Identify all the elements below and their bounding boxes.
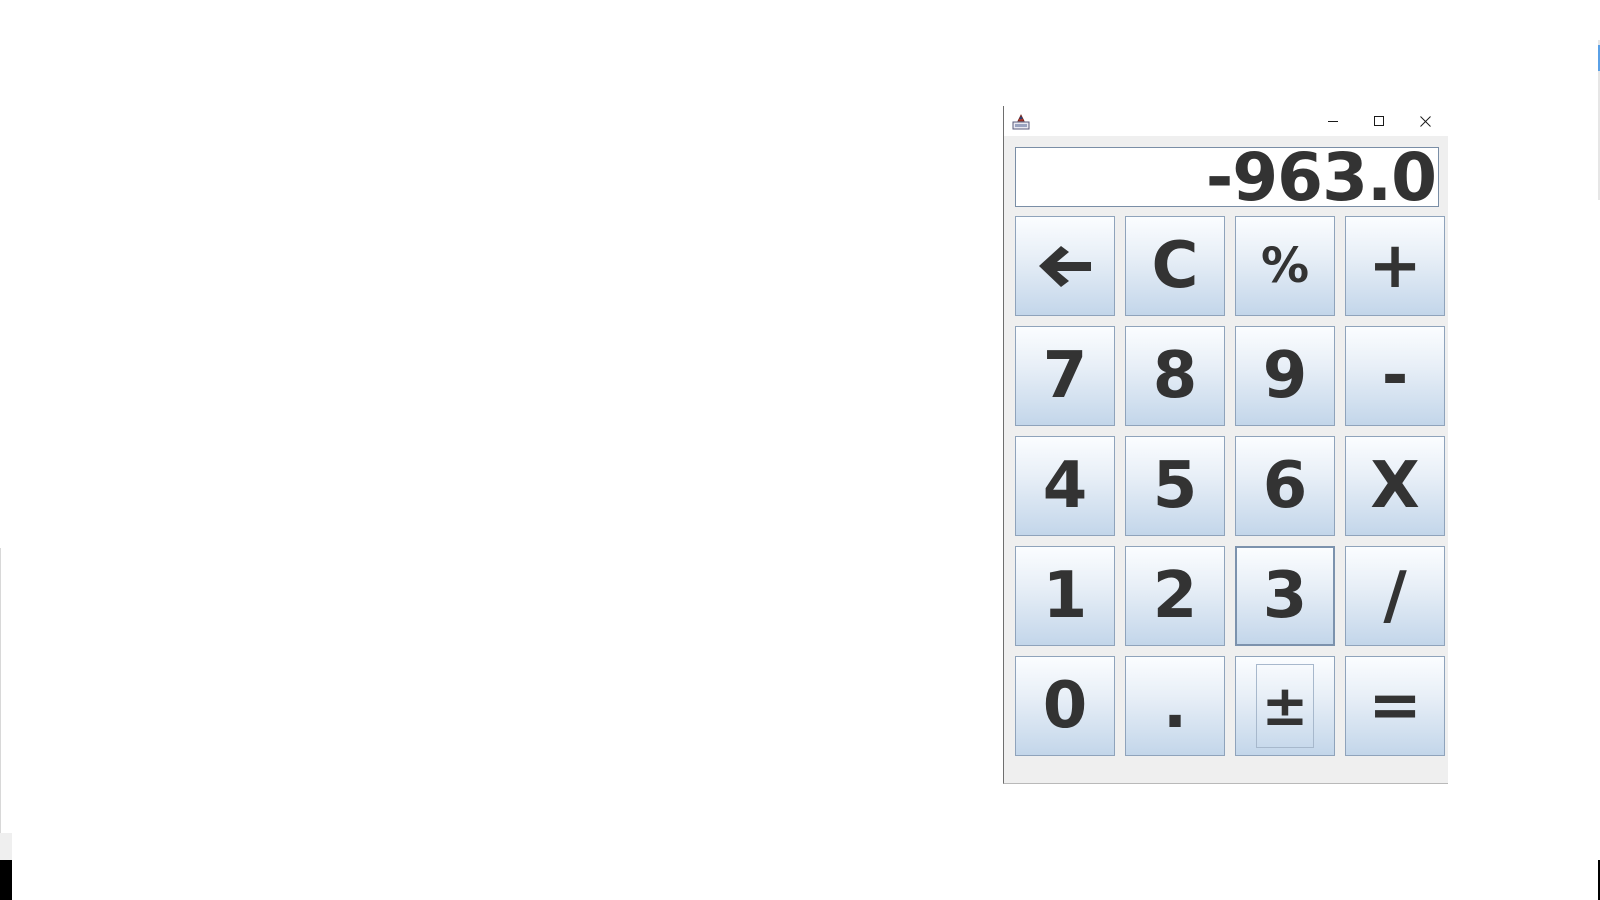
divide-button[interactable]: /: [1345, 546, 1445, 646]
key-label: 2: [1152, 559, 1198, 633]
key-label: .: [1162, 669, 1188, 743]
equals-button[interactable]: =: [1345, 656, 1445, 756]
add-button[interactable]: +: [1345, 216, 1445, 316]
key-label: 4: [1042, 449, 1088, 523]
minimize-icon: [1328, 121, 1338, 122]
key-label: 7: [1042, 339, 1088, 413]
digit-8-button[interactable]: 8: [1125, 326, 1225, 426]
digit-1-button[interactable]: 1: [1015, 546, 1115, 646]
key-label: 9: [1262, 339, 1308, 413]
close-icon: [1419, 115, 1431, 127]
backspace-arrow-icon: [1039, 246, 1091, 287]
left-screen-edge-foot: [0, 833, 12, 860]
digit-0-button[interactable]: 0: [1015, 656, 1115, 756]
key-label: +: [1368, 229, 1422, 303]
key-label: C: [1151, 229, 1199, 303]
digit-9-button[interactable]: 9: [1235, 326, 1335, 426]
digit-2-button[interactable]: 2: [1125, 546, 1225, 646]
decimal-point-button[interactable]: .: [1125, 656, 1225, 756]
maximize-button[interactable]: [1356, 106, 1402, 136]
clear-button[interactable]: C: [1125, 216, 1225, 316]
plus-minus-button[interactable]: ±: [1235, 656, 1335, 756]
subtract-button[interactable]: -: [1345, 326, 1445, 426]
left-dark-bar: [0, 860, 12, 900]
key-label: 3: [1262, 559, 1308, 633]
calculator-window: -963.0 C % + 7 8 9 - 4 5 6 X 1 2 3 / 0 .: [1003, 106, 1448, 784]
key-label: ±: [1261, 673, 1309, 739]
digit-4-button[interactable]: 4: [1015, 436, 1115, 536]
digit-3-button[interactable]: 3: [1235, 546, 1335, 646]
key-label: -: [1381, 339, 1409, 413]
key-label: 5: [1152, 449, 1198, 523]
digit-7-button[interactable]: 7: [1015, 326, 1115, 426]
backspace-button[interactable]: [1015, 216, 1115, 316]
percent-button[interactable]: %: [1235, 216, 1335, 316]
digit-6-button[interactable]: 6: [1235, 436, 1335, 536]
key-label: 1: [1042, 559, 1088, 633]
minimize-button[interactable]: [1310, 106, 1356, 136]
key-label: /: [1383, 559, 1407, 633]
left-screen-edge: [0, 548, 1, 833]
key-label: 6: [1262, 449, 1308, 523]
digit-5-button[interactable]: 5: [1125, 436, 1225, 536]
maximize-icon: [1374, 116, 1384, 126]
key-label: %: [1260, 238, 1310, 294]
key-label: =: [1368, 669, 1422, 743]
desktop: -963.0 C % + 7 8 9 - 4 5 6 X 1 2 3 / 0 .: [0, 0, 1600, 900]
multiply-button[interactable]: X: [1345, 436, 1445, 536]
java-app-icon: [1012, 114, 1030, 130]
close-button[interactable]: [1402, 106, 1448, 136]
title-bar[interactable]: [1004, 106, 1448, 136]
key-label: 0: [1042, 669, 1088, 743]
key-label: X: [1370, 449, 1420, 523]
result-display[interactable]: -963.0: [1015, 147, 1439, 207]
keypad: C % + 7 8 9 - 4 5 6 X 1 2 3 / 0 . ± =: [1015, 216, 1445, 756]
key-label: 8: [1152, 339, 1198, 413]
